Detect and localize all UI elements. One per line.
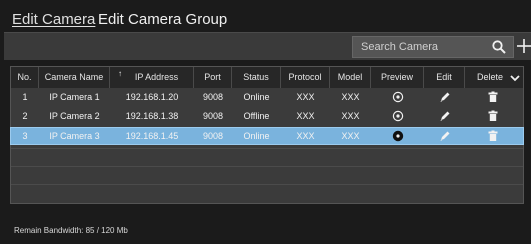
- col-protocol[interactable]: Protocol: [281, 67, 330, 88]
- row-status: Online: [243, 92, 270, 102]
- tab-edit-camera[interactable]: Edit Camera: [12, 11, 95, 28]
- empty-row: [11, 148, 523, 166]
- col-edit: Edit: [424, 67, 465, 88]
- col-ip-address-label: IP Address: [134, 72, 179, 82]
- row-model: XXX: [341, 92, 360, 102]
- table-header: No. Camera Name ↑ IP Address Port Status…: [11, 67, 523, 88]
- chevron-down-icon[interactable]: [509, 72, 521, 84]
- row-ip-address: 192.168.1.20: [125, 92, 179, 102]
- row-no: 2: [22, 111, 28, 121]
- trash-icon[interactable]: [487, 110, 499, 122]
- table-row[interactable]: 3 IP Camera 3 192.168.1.45 9008 Online XXX XXX: [10, 127, 524, 145]
- col-status[interactable]: Status: [232, 67, 281, 88]
- trash-icon[interactable]: [487, 130, 499, 142]
- preview-icon[interactable]: [392, 110, 404, 122]
- row-port: 9008: [202, 111, 224, 121]
- row-no: 3: [22, 131, 28, 141]
- remain-bandwidth: Remain Bandwidth: 85 / 120 Mb: [14, 226, 128, 235]
- row-status: Offline: [243, 111, 270, 121]
- pencil-icon[interactable]: [439, 91, 451, 103]
- table-row[interactable]: 1 IP Camera 1 192.168.1.20 9008 Online XXX XXX: [11, 89, 523, 105]
- row-camera-name: IP Camera 3: [49, 131, 100, 141]
- row-camera-name: IP Camera 1: [49, 92, 100, 102]
- search-input[interactable]: [353, 37, 483, 57]
- preview-icon[interactable]: [392, 130, 404, 142]
- plus-icon[interactable]: [517, 36, 531, 56]
- row-status: Online: [243, 131, 270, 141]
- row-protocol: XXX: [296, 131, 315, 141]
- col-delete-label: Delete: [477, 72, 504, 82]
- table-row[interactable]: 2 IP Camera 2 192.168.1.38 9008 Offline XXX XX…: [11, 108, 523, 124]
- preview-icon[interactable]: [392, 91, 404, 103]
- sort-ascending-icon: ↑: [118, 69, 122, 78]
- col-ip-address[interactable]: ↑ IP Address: [110, 67, 194, 88]
- toolbar: [4, 32, 531, 60]
- row-protocol: XXX: [296, 92, 315, 102]
- empty-row: [11, 184, 523, 202]
- camera-table: No. Camera Name ↑ IP Address Port Status…: [10, 66, 524, 204]
- col-no[interactable]: No.: [11, 67, 39, 88]
- pencil-icon[interactable]: [439, 130, 451, 142]
- row-no: 1: [22, 92, 28, 102]
- search-box: [352, 36, 514, 58]
- pencil-icon[interactable]: [439, 110, 451, 122]
- row-model: XXX: [341, 111, 360, 121]
- row-port: 9008: [202, 131, 224, 141]
- col-port[interactable]: Port: [194, 67, 232, 88]
- row-ip-address: 192.168.1.45: [125, 131, 179, 141]
- tab-bar: Edit Camera Edit Camera Group: [0, 0, 531, 32]
- col-delete: Delete: [465, 67, 523, 88]
- col-camera-name[interactable]: Camera Name: [39, 67, 110, 88]
- col-model[interactable]: Model: [330, 67, 371, 88]
- search-icon[interactable]: [491, 39, 507, 55]
- row-port: 9008: [202, 92, 224, 102]
- col-preview: Preview: [371, 67, 424, 88]
- row-protocol: XXX: [296, 111, 315, 121]
- row-camera-name: IP Camera 2: [49, 111, 100, 121]
- empty-row: [11, 166, 523, 184]
- tab-edit-camera-group[interactable]: Edit Camera Group: [98, 11, 227, 28]
- row-model: XXX: [341, 131, 360, 141]
- trash-icon[interactable]: [487, 91, 499, 103]
- row-ip-address: 192.168.1.38: [125, 111, 179, 121]
